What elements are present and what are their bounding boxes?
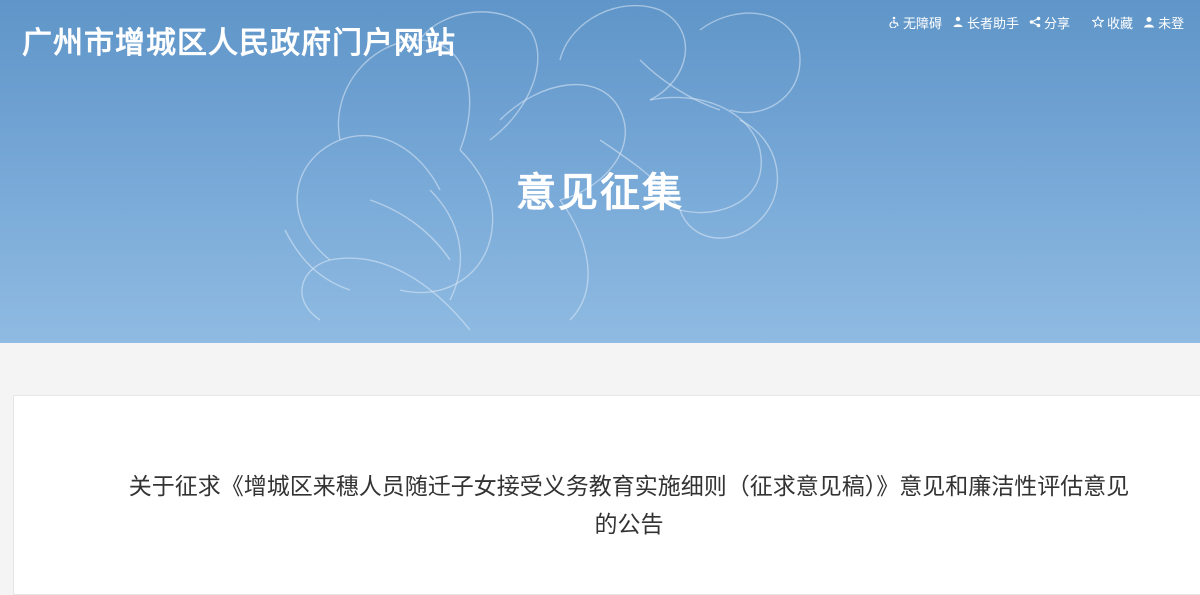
elder-assistant-label: 长者助手 xyxy=(967,16,1020,32)
favorite-label: 收藏 xyxy=(1107,16,1134,32)
page-heading: 意见征集 xyxy=(516,170,684,216)
login-label: 未登 xyxy=(1158,16,1185,32)
site-title[interactable]: 广州市增城区人民政府门户网站 xyxy=(22,18,456,62)
favorite-link[interactable]: 收藏 xyxy=(1092,13,1133,32)
share-label: 分享 xyxy=(1044,16,1071,32)
content-card: 关于征求《增城区来穗人员随迁子女接受义务教育实施细则（征求意见稿）》意见和廉洁性… xyxy=(13,395,1200,595)
elder-assistant-icon xyxy=(952,16,964,28)
login-link[interactable]: 未登 xyxy=(1143,13,1184,32)
elder-assistant-link[interactable]: 长者助手 xyxy=(952,13,1019,32)
header-banner: 广州市增城区人民政府门户网站 无障碍 长者助手 分享 收藏 未登 意见征集 xyxy=(0,0,1200,343)
share-icon xyxy=(1029,16,1041,28)
accessibility-label: 无障碍 xyxy=(903,16,943,32)
accessibility-link[interactable]: 无障碍 xyxy=(888,13,942,32)
top-utility-links: 无障碍 长者助手 分享 收藏 未登 xyxy=(888,12,1194,32)
share-link[interactable]: 分享 xyxy=(1029,13,1070,32)
user-icon xyxy=(1143,16,1155,28)
star-icon xyxy=(1092,16,1105,28)
notice-title[interactable]: 关于征求《增城区来穗人员随迁子女接受义务教育实施细则（征求意见稿）》意见和廉洁性… xyxy=(119,468,1139,544)
accessibility-icon xyxy=(888,16,900,28)
